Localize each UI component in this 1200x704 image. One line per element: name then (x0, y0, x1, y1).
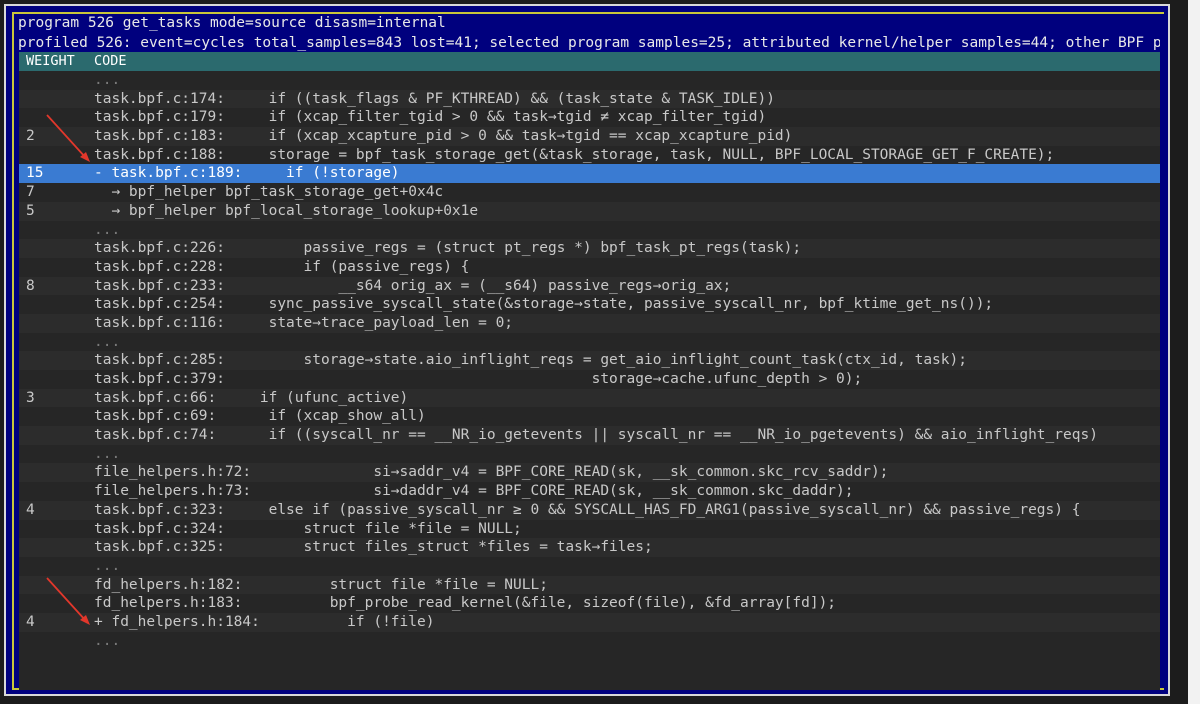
code-row[interactable]: task.bpf.c:116: state→trace_payload_len … (19, 313, 1160, 333)
row-code: task.bpf.c:228: if (passive_regs) { (94, 258, 470, 275)
row-code: ... (94, 333, 121, 350)
row-code: fd_helpers.h:183: bpf_probe_read_kernel(… (94, 595, 837, 612)
row-code: task.bpf.c:188: storage = bpf_task_stora… (94, 146, 1055, 163)
row-weight: 5 (26, 202, 35, 219)
code-row[interactable]: ... (19, 445, 1160, 464)
row-code: task.bpf.c:179: if (xcap_filter_tgid > 0… (94, 109, 767, 126)
code-row[interactable]: task.bpf.c:324: struct file *file = NULL… (19, 520, 1160, 539)
column-header: WEIGHT CODE (19, 52, 1160, 71)
row-code: task.bpf.c:254: sync_passive_syscall_sta… (94, 296, 994, 313)
row-code: ... (94, 632, 121, 649)
code-row[interactable]: ... (19, 221, 1160, 240)
row-weight: 7 (26, 184, 35, 201)
row-weight: 8 (26, 277, 35, 294)
code-row[interactable]: file_helpers.h:73: si→daddr_v4 = BPF_COR… (19, 482, 1160, 501)
row-code: task.bpf.c:69: if (xcap_show_all) (94, 408, 426, 425)
code-row[interactable]: task.bpf.c:228: if (passive_regs) { (19, 258, 1160, 277)
code-row[interactable]: 4 task.bpf.c:323: else if (passive_syscal… (19, 500, 1160, 520)
code-row[interactable]: fd_helpers.h:182: struct file *file = NU… (19, 575, 1160, 595)
code-row[interactable]: 4 + fd_helpers.h:184: if (!file) (19, 612, 1160, 632)
row-code: task.bpf.c:183: if (xcap_xcapture_pid > … (94, 128, 793, 145)
code-row[interactable]: task.bpf.c:325: struct files_struct *fil… (19, 538, 1160, 557)
row-code: ... (94, 72, 121, 88)
row-code: task.bpf.c:66: if (ufunc_active) (94, 389, 409, 406)
code-row[interactable]: task.bpf.c:379: storage→cache.ufunc_dept… (19, 370, 1160, 389)
row-code: ... (94, 445, 121, 462)
annotation-arrow-icon (46, 577, 90, 625)
row-code: ... (94, 557, 121, 574)
code-row[interactable]: fd_helpers.h:183: bpf_probe_read_kernel(… (19, 594, 1160, 613)
code-row[interactable]: ... (19, 333, 1160, 352)
row-code: → bpf_helper bpf_task_storage_get+0x4c (94, 184, 444, 201)
row-code: task.bpf.c:233: __s64 orig_ax = (__s64) … (94, 277, 732, 294)
code-panel[interactable]: WEIGHT CODE ... task.bpf.c:174: if ((task… (19, 52, 1160, 690)
row-code: file_helpers.h:73: si→daddr_v4 = BPF_COR… (94, 483, 854, 500)
code-row[interactable]: task.bpf.c:74: if ((syscall_nr == __NR_i… (19, 426, 1160, 445)
code-rows: ... task.bpf.c:174: if ((task_flags & PF_… (19, 71, 1160, 650)
row-weight: 4 (26, 613, 35, 630)
code-row[interactable]: 5 → bpf_helper bpf_local_storage_lookup+… (19, 201, 1160, 221)
code-row[interactable]: 2 task.bpf.c:183: if (xcap_xcapture_pid >… (19, 127, 1160, 146)
row-code: task.bpf.c:323: else if (passive_syscall… (94, 501, 1081, 518)
row-code: task.bpf.c:379: storage→cache.ufunc_dept… (94, 371, 863, 387)
code-row[interactable]: ... (19, 557, 1160, 576)
code-row[interactable]: task.bpf.c:188: storage = bpf_task_stora… (19, 146, 1160, 165)
code-row[interactable]: task.bpf.c:226: passive_regs = (struct p… (19, 239, 1160, 258)
row-code: task.bpf.c:226: passive_regs = (struct p… (94, 240, 802, 257)
row-code: task.bpf.c:116: state→trace_payload_len … (94, 314, 514, 331)
row-code: task.bpf.c:74: if ((syscall_nr == __NR_i… (94, 427, 1098, 444)
row-weight: 4 (26, 501, 35, 518)
code-column-header[interactable]: CODE (94, 52, 127, 71)
row-code: fd_helpers.h:182: struct file *file = NU… (94, 576, 548, 593)
profile-summary: profiled 526: event=cycles total_samples… (18, 35, 1160, 51)
code-row[interactable]: 7 → bpf_helper bpf_task_storage_get+0x4c (19, 183, 1160, 202)
weight-column-header[interactable]: WEIGHT (26, 52, 75, 71)
row-code: + fd_helpers.h:184: if (!file) (94, 613, 435, 630)
row-code: file_helpers.h:72: si→saddr_v4 = BPF_COR… (94, 464, 889, 481)
annotation-arrow-icon (46, 114, 90, 162)
row-weight: 3 (26, 389, 35, 406)
row-weight: 15 (26, 165, 44, 182)
program-header: program 526 get_tasks mode=source disasm… (18, 15, 446, 31)
code-row[interactable]: 3 task.bpf.c:66: if (ufunc_active) (19, 388, 1160, 408)
code-row[interactable]: task.bpf.c:179: if (xcap_filter_tgid > 0… (19, 108, 1160, 127)
row-weight: 2 (26, 128, 35, 145)
selected-code-row[interactable]: 15 - task.bpf.c:189: if (!storage) (19, 164, 1160, 184)
row-code: task.bpf.c:324: struct file *file = NULL… (94, 520, 522, 537)
code-row[interactable]: task.bpf.c:285: storage→state.aio_inflig… (19, 351, 1160, 370)
row-code: task.bpf.c:285: storage→state.aio_inflig… (94, 352, 967, 369)
code-row[interactable]: task.bpf.c:69: if (xcap_show_all) (19, 407, 1160, 426)
code-row[interactable]: task.bpf.c:254: sync_passive_syscall_sta… (19, 295, 1160, 314)
scrollbar[interactable] (1188, 0, 1200, 704)
row-code: → bpf_helper bpf_local_storage_lookup+0x… (94, 202, 479, 219)
row-code: - task.bpf.c:189: if (!storage) (94, 165, 400, 182)
row-code: task.bpf.c:325: struct files_struct *fil… (94, 539, 653, 556)
code-row[interactable]: task.bpf.c:174: if ((task_flags & PF_KTH… (19, 89, 1160, 109)
code-row[interactable]: ... (19, 71, 1160, 90)
code-row[interactable]: 8 task.bpf.c:233: __s64 orig_ax = (__s64)… (19, 276, 1160, 296)
row-code: ... (94, 221, 121, 238)
row-code: task.bpf.c:174: if ((task_flags & PF_KTH… (94, 90, 775, 107)
code-row[interactable]: file_helpers.h:72: si→saddr_v4 = BPF_COR… (19, 463, 1160, 483)
code-row[interactable]: ... (19, 632, 1160, 651)
